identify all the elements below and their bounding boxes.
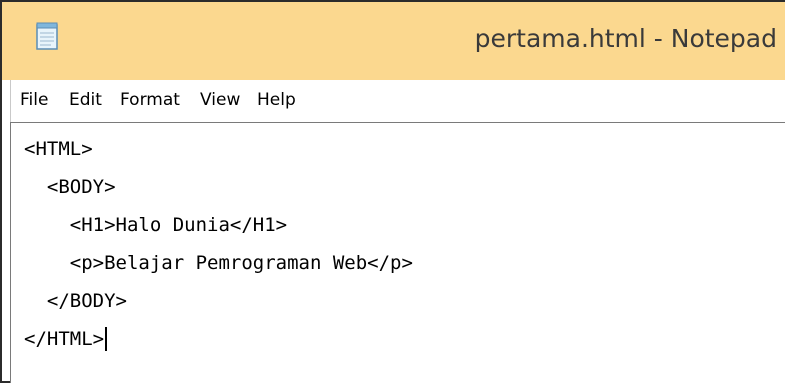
menu-file[interactable]: File xyxy=(20,90,48,110)
window-title: pertama.html - Notepad xyxy=(474,24,777,53)
text-editor-area[interactable]: <HTML> <BODY> <H1>Halo Dunia</H1> <p>Bel… xyxy=(10,122,785,383)
title-bar[interactable]: pertama.html - Notepad xyxy=(2,2,785,80)
menu-help[interactable]: Help xyxy=(257,90,296,110)
notepad-window: pertama.html - Notepad File Edit Format … xyxy=(0,0,785,383)
notepad-icon[interactable] xyxy=(36,22,58,50)
menu-format[interactable]: Format xyxy=(120,90,180,110)
code-line: </BODY> xyxy=(24,290,127,312)
code-line: <H1>Halo Dunia</H1> xyxy=(24,214,288,236)
code-line: <BODY> xyxy=(24,176,116,198)
code-line-last: </HTML> xyxy=(24,327,108,351)
menu-view[interactable]: View xyxy=(200,90,240,110)
menu-bar: File Edit Format View Help xyxy=(10,80,785,122)
text-caret xyxy=(105,327,108,351)
code-line-text: </HTML> xyxy=(24,328,105,350)
code-line: <p>Belajar Pemrograman Web</p> xyxy=(24,252,413,274)
menu-edit[interactable]: Edit xyxy=(69,90,102,110)
code-line: <HTML> xyxy=(24,138,93,160)
